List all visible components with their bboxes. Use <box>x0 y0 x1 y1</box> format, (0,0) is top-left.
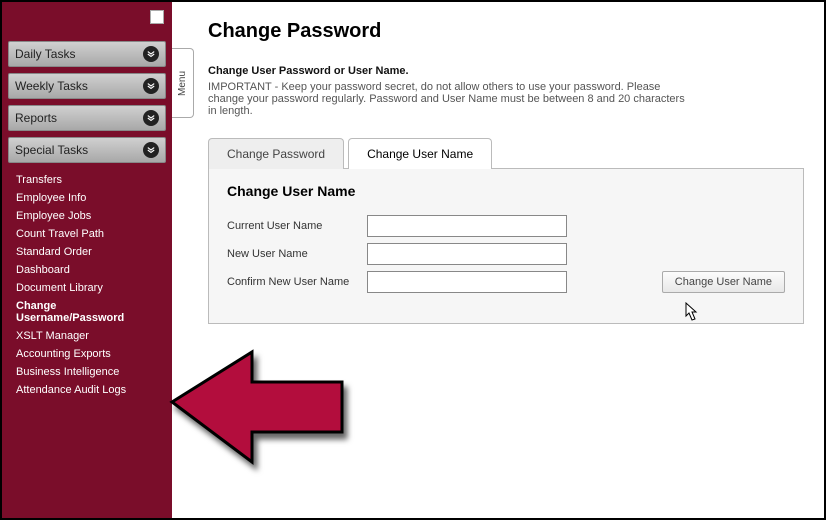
input-confirm-new-user-name[interactable] <box>367 271 567 293</box>
nav-section-special-tasks[interactable]: Special Tasks <box>8 137 166 163</box>
page-title: Change Password <box>208 20 804 43</box>
sidebar-item-dashboard[interactable]: Dashboard <box>16 261 166 279</box>
panel-heading: Change User Name <box>227 183 785 199</box>
special-tasks-submenu: Transfers Employee Info Employee Jobs Co… <box>8 169 166 405</box>
intro-body: IMPORTANT - Keep your password secret, d… <box>208 81 688 117</box>
chevron-down-icon <box>143 46 159 62</box>
sidebar-item-attendance-audit-logs[interactable]: Attendance Audit Logs <box>16 381 166 399</box>
nav-section-label: Daily Tasks <box>15 47 75 61</box>
app-logo-icon <box>150 10 164 24</box>
menu-handle-label: Menu <box>177 70 188 95</box>
menu-collapse-handle[interactable]: Menu <box>172 48 194 118</box>
form-row-current: Current User Name <box>227 215 785 237</box>
label-current-user-name: Current User Name <box>227 220 367 232</box>
input-new-user-name[interactable] <box>367 243 567 265</box>
form-row-new: New User Name <box>227 243 785 265</box>
sidebar-item-accounting-exports[interactable]: Accounting Exports <box>16 345 166 363</box>
sidebar-item-count-travel-path[interactable]: Count Travel Path <box>16 225 166 243</box>
nav-section-label: Special Tasks <box>15 143 88 157</box>
nav-section-daily-tasks[interactable]: Daily Tasks <box>8 41 166 67</box>
tabs: Change Password Change User Name <box>208 137 804 168</box>
sidebar-item-document-library[interactable]: Document Library <box>16 279 166 297</box>
intro-title: Change User Password or User Name. <box>208 65 804 77</box>
sidebar-item-xslt-manager[interactable]: XSLT Manager <box>16 327 166 345</box>
sidebar: Daily Tasks Weekly Tasks Reports Special… <box>2 2 172 518</box>
chevron-down-icon <box>143 110 159 126</box>
sidebar-item-transfers[interactable]: Transfers <box>16 171 166 189</box>
label-new-user-name: New User Name <box>227 248 367 260</box>
nav-section-label: Reports <box>15 111 57 125</box>
nav-section-reports[interactable]: Reports <box>8 105 166 131</box>
chevron-down-icon <box>143 142 159 158</box>
sidebar-item-employee-jobs[interactable]: Employee Jobs <box>16 207 166 225</box>
annotation-arrow-icon <box>162 342 362 492</box>
nav-section-weekly-tasks[interactable]: Weekly Tasks <box>8 73 166 99</box>
sidebar-item-employee-info[interactable]: Employee Info <box>16 189 166 207</box>
change-user-name-button[interactable]: Change User Name <box>662 271 785 293</box>
main-content: Change Password Change User Password or … <box>208 20 804 324</box>
chevron-down-icon <box>143 78 159 94</box>
sidebar-item-change-username-password[interactable]: Change Username/Password <box>16 297 166 327</box>
tab-change-password[interactable]: Change Password <box>208 138 344 169</box>
sidebar-item-standard-order[interactable]: Standard Order <box>16 243 166 261</box>
change-user-name-panel: Change User Name Current User Name New U… <box>208 168 804 324</box>
sidebar-item-business-intelligence[interactable]: Business Intelligence <box>16 363 166 381</box>
tab-change-user-name[interactable]: Change User Name <box>348 138 492 169</box>
label-confirm-new-user-name: Confirm New User Name <box>227 276 367 288</box>
nav-section-label: Weekly Tasks <box>15 79 88 93</box>
form-row-confirm: Confirm New User Name Change User Name <box>227 271 785 293</box>
input-current-user-name[interactable] <box>367 215 567 237</box>
logo-area <box>8 8 166 35</box>
